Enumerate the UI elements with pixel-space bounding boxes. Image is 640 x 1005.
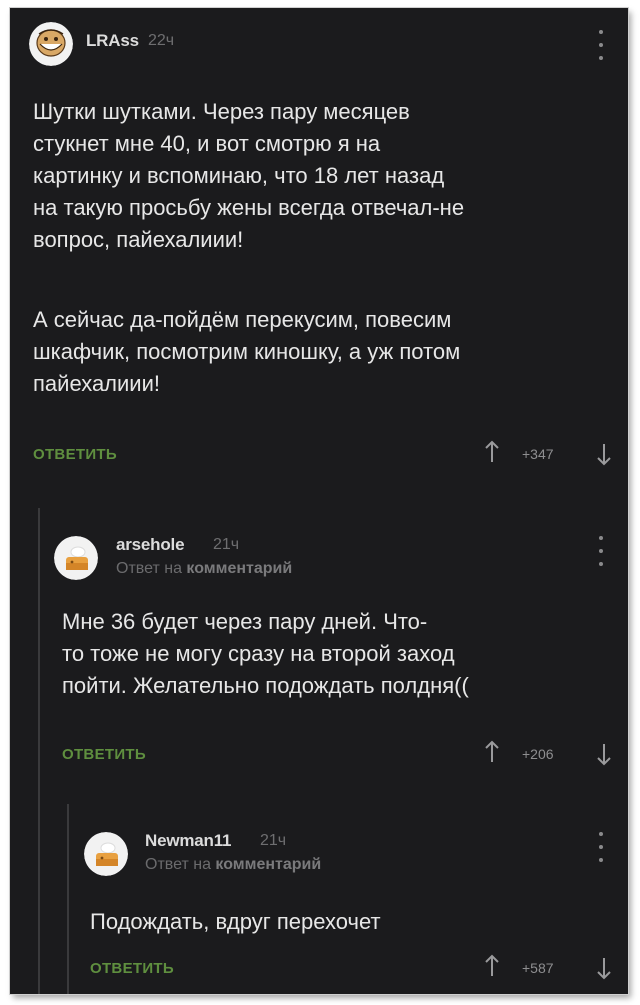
default-avatar-icon bbox=[84, 832, 128, 876]
reply-button[interactable]: ОТВЕТИТЬ bbox=[62, 746, 146, 763]
username[interactable]: Newman11 bbox=[145, 831, 231, 851]
comment-thread: LRAss 22ч Шутки шутками. Через пару меся… bbox=[10, 8, 628, 994]
comment-time: 21ч bbox=[260, 832, 287, 849]
avatar-newman11[interactable] bbox=[84, 832, 128, 876]
reply-button[interactable]: ОТВЕТИТЬ bbox=[90, 960, 174, 977]
reply-to-text: Ответ на комментарий bbox=[116, 560, 293, 577]
arrow-up-icon[interactable] bbox=[484, 740, 500, 764]
more-vertical-icon[interactable] bbox=[596, 832, 606, 862]
comment-lrass: LRAss 22ч Шутки шутками. Через пару меся… bbox=[10, 8, 628, 498]
username[interactable]: LRAss bbox=[86, 31, 139, 51]
arrow-down-icon[interactable] bbox=[596, 742, 612, 766]
rating-value: +206 bbox=[522, 746, 554, 762]
comment-newman11: Newman11 21ч Ответ на комментарий Подожд… bbox=[10, 796, 628, 994]
arrow-up-icon[interactable] bbox=[484, 954, 500, 978]
arrow-down-icon[interactable] bbox=[596, 442, 612, 466]
more-vertical-icon[interactable] bbox=[596, 30, 606, 60]
default-avatar-icon bbox=[54, 536, 98, 580]
comment-arsehole: arsehole 21ч Ответ на комментарий Мне 36… bbox=[10, 498, 628, 796]
rating-value: +347 bbox=[522, 446, 554, 462]
comment-time: 22ч bbox=[148, 32, 175, 49]
arrow-down-icon[interactable] bbox=[596, 956, 612, 980]
reply-to-text: Ответ на комментарий bbox=[145, 856, 322, 873]
more-vertical-icon[interactable] bbox=[596, 536, 606, 566]
comment-time: 21ч bbox=[213, 536, 240, 553]
rating-value: +587 bbox=[522, 960, 554, 976]
reply-to-link[interactable]: комментарий bbox=[186, 560, 292, 577]
comment-paragraph-1: Шутки шутками. Через пару месяцев стукне… bbox=[33, 99, 465, 252]
avatar-arsehole[interactable] bbox=[54, 536, 98, 580]
reply-button[interactable]: ОТВЕТИТЬ bbox=[33, 446, 117, 463]
comment-text: Мне 36 будет через пару дней. Что- то то… bbox=[62, 609, 469, 698]
username[interactable]: arsehole bbox=[116, 535, 185, 555]
comment-text: Подождать, вдруг перехочет bbox=[90, 909, 381, 934]
reply-to-link[interactable]: комментарий bbox=[215, 856, 321, 873]
comment-paragraph-2: А сейчас да-пойдём перекусим, повесим шк… bbox=[33, 307, 461, 396]
avatar-lrass[interactable] bbox=[29, 22, 73, 66]
trollface-avatar-icon bbox=[29, 22, 73, 66]
arrow-up-icon[interactable] bbox=[484, 440, 500, 464]
